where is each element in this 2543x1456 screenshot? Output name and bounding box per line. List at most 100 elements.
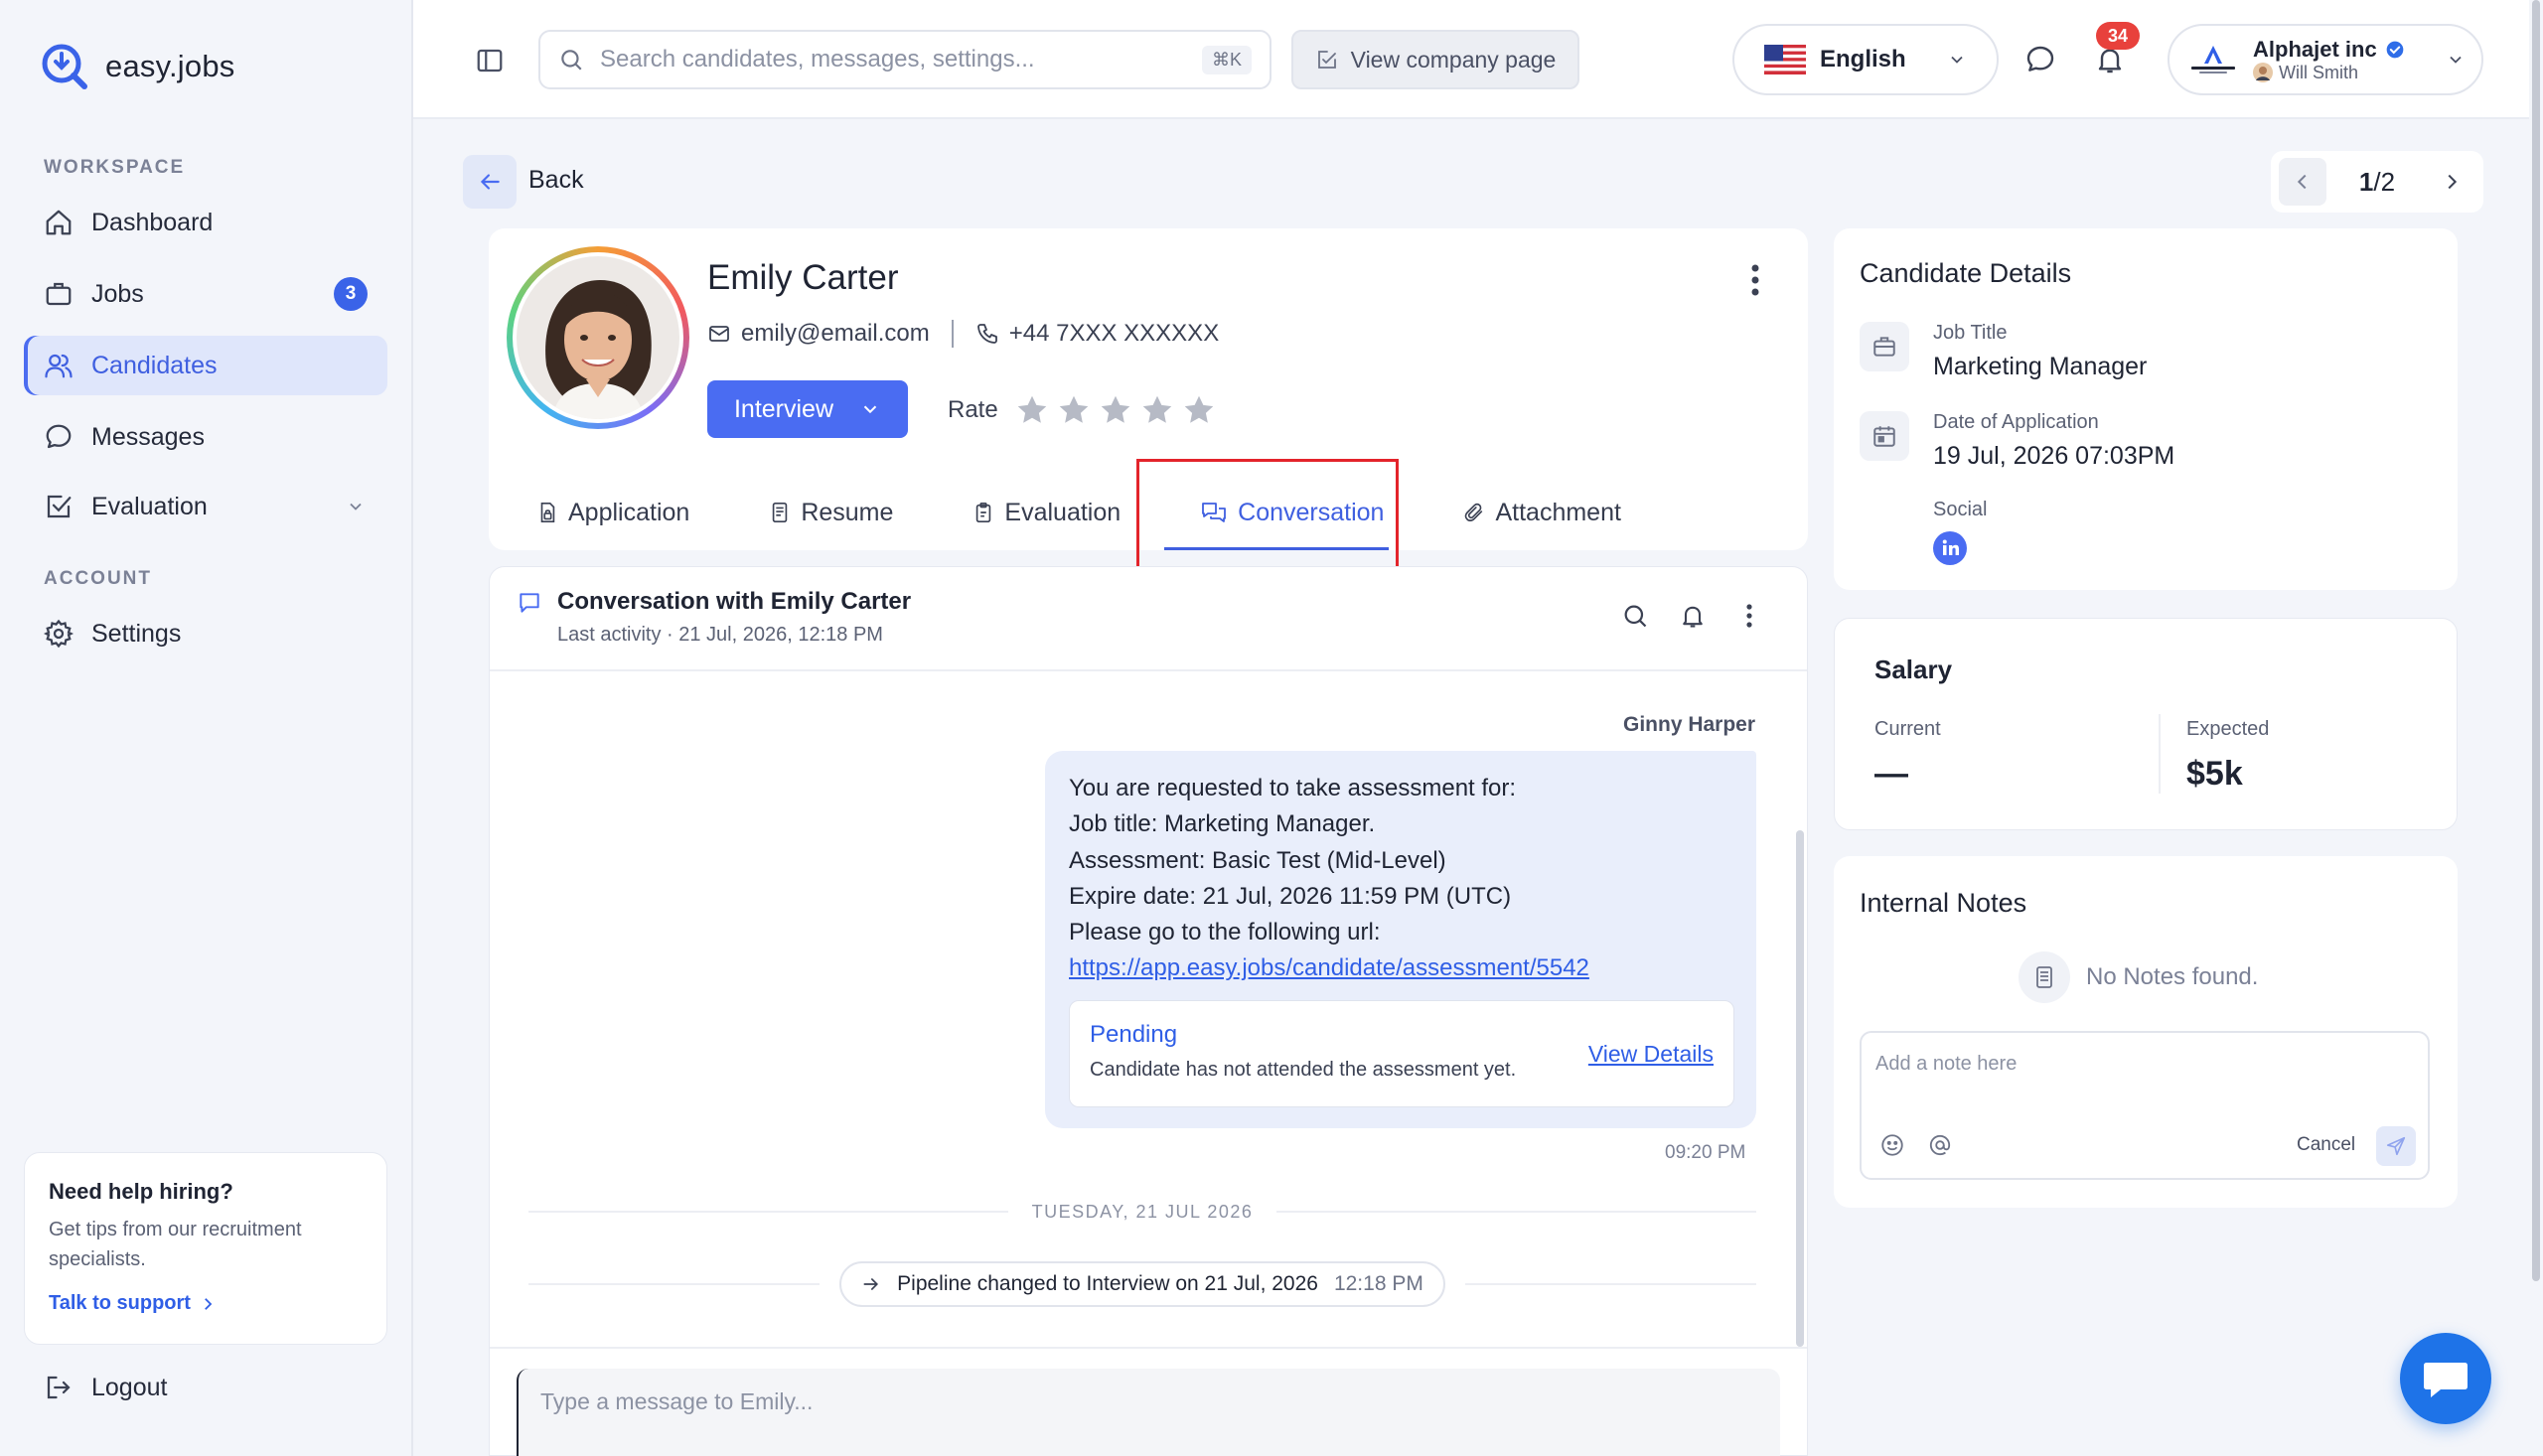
view-company-page-button[interactable]: View company page <box>1291 30 1579 89</box>
note-document-icon <box>2019 951 2070 1003</box>
message-icon <box>46 424 72 449</box>
sidebar-item-jobs[interactable]: Jobs 3 <box>24 264 387 324</box>
arrow-left-icon <box>480 174 500 190</box>
pipeline-event-text: Pipeline changed to Interview on 21 Jul,… <box>897 1272 1318 1295</box>
divider-line <box>1464 1283 1756 1285</box>
tab-resume[interactable]: Resume <box>769 499 893 527</box>
chevron-left-icon <box>2297 174 2307 190</box>
divider-line <box>528 1211 1008 1213</box>
pipeline-event-time: 12:18 PM <box>1333 1272 1423 1295</box>
sidebar-item-candidates[interactable]: Candidates <box>24 336 387 395</box>
external-check-icon <box>1317 51 1336 69</box>
back-button[interactable] <box>463 155 517 209</box>
candidate-name: Emily Carter <box>707 258 899 297</box>
workspace-label: WORKSPACE <box>44 157 186 178</box>
next-candidate-button[interactable] <box>2428 158 2475 206</box>
conversation-scrollbar[interactable] <box>1796 830 1804 1347</box>
linkedin-icon[interactable] <box>1933 531 1967 565</box>
notes-empty-state: No Notes found. <box>2019 951 2258 1003</box>
message-timestamp: 09:20 PM <box>1665 1142 1746 1163</box>
candidate-email[interactable]: emily@email.com <box>741 320 930 348</box>
account-company: Alphajet inc <box>2253 37 2405 63</box>
message-icon <box>520 593 539 613</box>
calendar-icon <box>1860 411 1909 461</box>
view-details-link[interactable]: View Details <box>1588 1041 1714 1068</box>
verified-icon <box>2386 41 2404 58</box>
sidebar-item-settings[interactable]: Settings <box>24 604 387 663</box>
conversation-header-divider <box>490 669 1807 671</box>
candidate-avatar <box>507 246 689 429</box>
account-user: Will Smith <box>2253 63 2405 83</box>
search-input[interactable]: Search candidates, messages, settings... <box>600 46 1186 73</box>
note-cancel-button[interactable]: Cancel <box>2297 1134 2355 1156</box>
job-title-value: Marketing Manager <box>1933 353 2148 380</box>
candidate-details-title: Candidate Details <box>1860 258 2072 288</box>
emoji-icon[interactable] <box>1879 1132 1905 1158</box>
brand-logo[interactable]: easy.jobs <box>38 40 234 93</box>
message-composer-input[interactable]: Type a message to Emily... <box>517 1369 1780 1456</box>
logout-button[interactable]: Logout <box>44 1373 167 1402</box>
us-flag-icon <box>1764 45 1806 74</box>
assessment-url-link[interactable]: https://app.easy.jobs/candidate/assessme… <box>1069 950 1732 986</box>
rate-label: Rate <box>948 396 998 423</box>
more-options-icon[interactable] <box>1738 602 1760 630</box>
language-selector[interactable]: English <box>1732 24 1999 95</box>
bell-icon[interactable] <box>1679 602 1707 630</box>
message-line: Expire date: 21 Jul, 2026 11:59 PM (UTC) <box>1069 882 1512 910</box>
back-label[interactable]: Back <box>528 166 584 195</box>
star-icon[interactable] <box>1014 392 1050 428</box>
composer-divider <box>490 1347 1807 1349</box>
candidate-pager: 1/2 <box>2271 151 2483 213</box>
paperclip-icon <box>1465 503 1483 521</box>
tab-application[interactable]: Application <box>536 499 689 527</box>
search-icon[interactable] <box>1621 602 1649 630</box>
tab-evaluation[interactable]: Evaluation <box>972 499 1121 527</box>
pager-current: 1 <box>2358 166 2374 197</box>
language-label: English <box>1820 46 1906 73</box>
candidate-phone[interactable]: +44 7XXX XXXXXX <box>1009 320 1219 348</box>
tab-label: Resume <box>801 498 894 526</box>
support-chat-button[interactable] <box>2400 1333 2491 1424</box>
chat-bubble-icon[interactable] <box>2024 44 2056 75</box>
account-switcher[interactable]: Alphajet inc Will Smith <box>2168 24 2483 95</box>
previous-candidate-button[interactable] <box>2279 158 2326 206</box>
chevron-down-icon <box>2450 56 2462 64</box>
star-icon[interactable] <box>1181 392 1217 428</box>
chevron-down-icon <box>350 503 362 510</box>
page-scrollbar-thumb[interactable] <box>2532 0 2540 1281</box>
sidebar-toggle-icon[interactable] <box>475 46 505 75</box>
sidebar-item-label: Settings <box>91 619 182 648</box>
message-line: Assessment: Basic Test (Mid-Level) <box>1069 846 1446 874</box>
message-bubble: You are requested to take assessment for… <box>1045 751 1756 1128</box>
sidebar-item-evaluation[interactable]: Evaluation <box>24 477 387 536</box>
star-icon[interactable] <box>1056 392 1092 428</box>
company-button-label: View company page <box>1350 46 1557 73</box>
more-options-icon[interactable] <box>1742 262 1768 298</box>
salary-expected-label: Expected <box>2186 718 2270 740</box>
date-divider-label: TUESDAY, 21 JUL 2026 <box>1031 1201 1254 1222</box>
rating-stars <box>1014 392 1217 428</box>
talk-to-support-link[interactable]: Talk to support <box>49 1292 363 1315</box>
note-input-placeholder[interactable]: Add a note here <box>1875 1053 2017 1076</box>
mention-icon[interactable] <box>1927 1132 1953 1158</box>
sidebar-item-label: Messages <box>91 422 205 451</box>
note-send-button[interactable] <box>2376 1126 2416 1166</box>
stage-label: Interview <box>733 394 834 423</box>
sidebar-item-label: Candidates <box>91 351 218 379</box>
chevron-down-icon <box>1951 56 1963 64</box>
divider-line <box>528 1283 821 1285</box>
sidebar-item-messages[interactable]: Messages <box>24 407 387 467</box>
salary-title: Salary <box>1874 655 1953 684</box>
jobs-count-badge: 3 <box>334 277 368 311</box>
candidate-photo <box>517 256 679 419</box>
pipeline-stage-dropdown[interactable]: Interview <box>707 380 908 438</box>
star-icon[interactable] <box>1098 392 1133 428</box>
conversation-last-activity: Last activity · 21 Jul, 2026, 12:18 PM <box>557 624 883 646</box>
sidebar-item-dashboard[interactable]: Dashboard <box>24 193 387 252</box>
global-search[interactable]: Search candidates, messages, settings...… <box>538 30 1272 89</box>
star-icon[interactable] <box>1139 392 1175 428</box>
help-title: Need help hiring? <box>49 1179 233 1204</box>
salary-expected-value: $5k <box>2186 755 2243 793</box>
tab-highlight-box <box>1136 459 1399 574</box>
tab-attachment[interactable]: Attachment <box>1463 499 1621 527</box>
